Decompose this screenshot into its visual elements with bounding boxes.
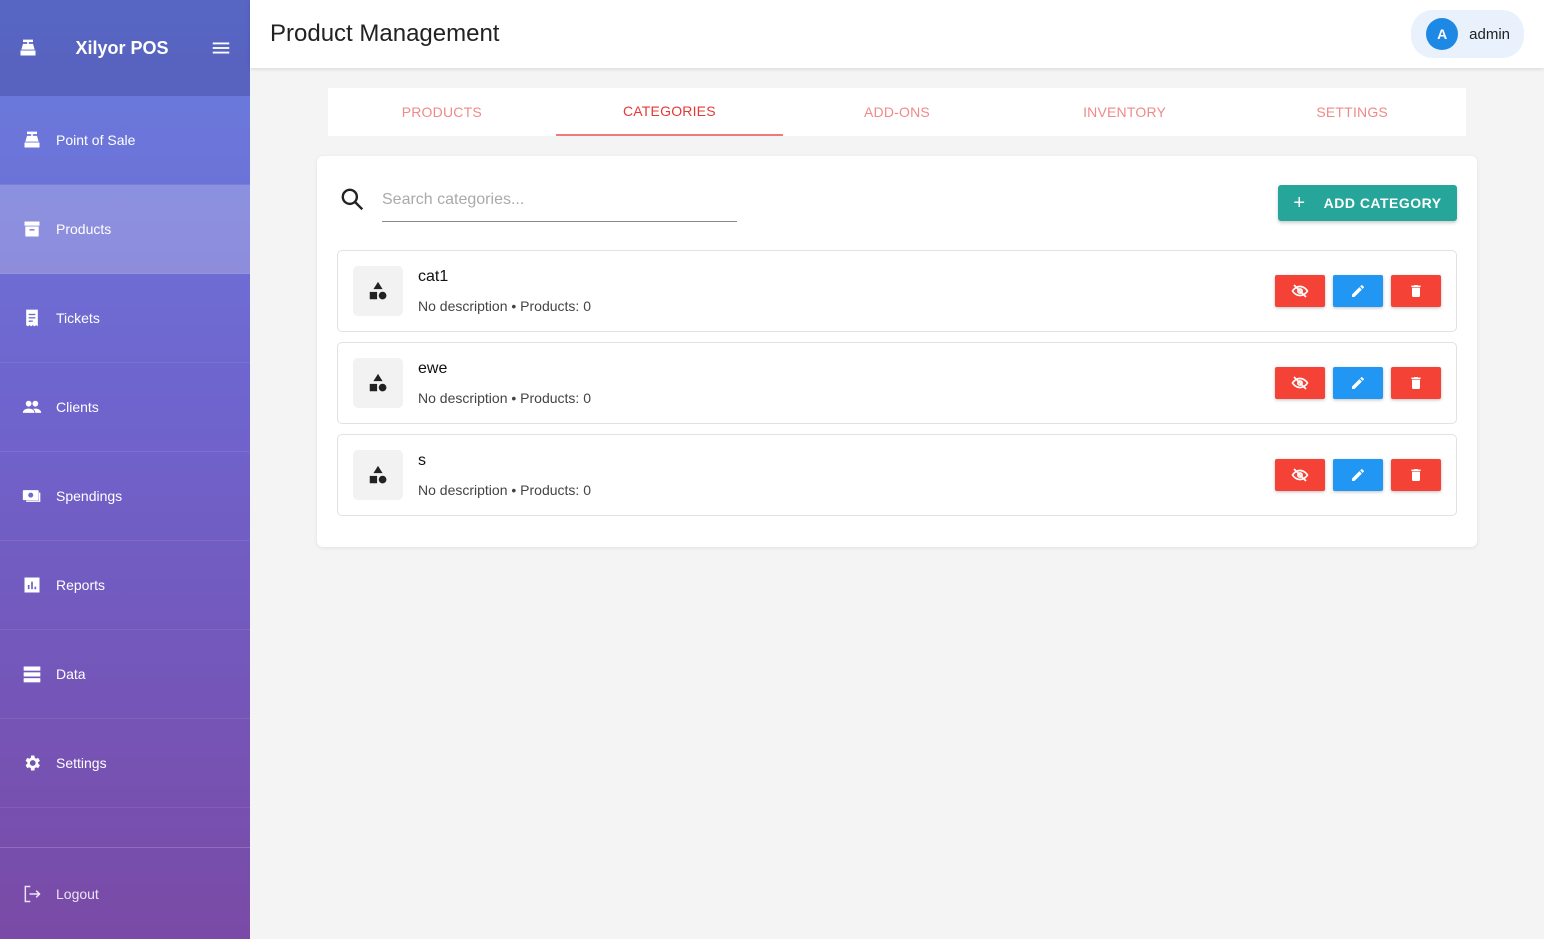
sidebar: Xilyor POS Point of Sale Products Ticket… [0,0,250,939]
app-name: Xilyor POS [75,37,169,58]
user-menu-chip[interactable]: A admin [1411,10,1524,58]
pencil-icon [1352,377,1364,389]
sidebar-item-label: Products [56,221,112,237]
toggle-visibility-button[interactable] [1275,459,1325,491]
row-actions [1267,275,1441,307]
trash-icon [1411,469,1421,481]
tab-inventory[interactable]: INVENTORY [1011,88,1239,136]
category-info: cat1 No description • Products: 0 [418,268,1267,314]
category-name: cat1 [418,268,449,285]
category-meta: No description • Products: 0 [418,390,591,406]
tab-categories[interactable]: CATEGORIES [555,88,784,136]
category-name: s [418,452,426,469]
trash-icon [1411,377,1421,389]
tab-bar: PRODUCTS CATEGORIES ADD-ONS INVENTORY SE… [328,88,1466,136]
hamburger-menu-icon[interactable] [210,37,232,59]
list-item: ewe No description • Products: 0 [337,342,1457,424]
categories-card: + ADD CATEGORY cat1 No description • Pro… [317,156,1477,547]
search-icon [341,188,364,211]
category-thumbnail [353,266,403,316]
sidebar-item-label: Data [56,666,86,682]
add-category-button[interactable]: + ADD CATEGORY [1278,185,1457,221]
edit-button[interactable] [1333,459,1383,491]
logout-icon [24,885,41,902]
receipt-icon [22,308,42,328]
delete-button[interactable] [1391,367,1441,399]
list-item: s No description • Products: 0 [337,434,1457,516]
people-icon [22,397,42,417]
bar-chart-icon [22,575,42,595]
pencil-icon [1352,469,1364,481]
avatar: A [1426,18,1459,50]
row-actions [1267,367,1441,399]
pencil-icon [1352,285,1364,297]
tab-add-ons[interactable]: ADD-ONS [783,88,1011,136]
sidebar-item-point-of-sale[interactable]: Point of Sale [0,96,250,185]
archive-box-icon [22,219,42,239]
trash-icon [1411,285,1421,297]
sidebar-item-reports[interactable]: Reports [0,541,250,630]
shapes-icon [369,281,387,300]
category-info: ewe No description • Products: 0 [418,360,1267,406]
top-header: Product Management A admin [250,0,1544,68]
storage-icon [22,664,42,684]
search-bar [339,184,737,222]
cash-register-icon [20,39,36,56]
eye-off-icon [1291,284,1309,298]
gear-icon [22,753,42,773]
sidebar-item-label: Clients [56,399,99,415]
search-input[interactable] [382,184,737,222]
logout-label: Logout [56,885,99,902]
category-meta: No description • Products: 0 [418,482,591,498]
shapes-icon [369,373,387,392]
money-icon [22,486,42,506]
add-category-label: ADD CATEGORY [1323,195,1442,211]
sidebar-item-spendings[interactable]: Spendings [0,452,250,541]
sidebar-item-label: Settings [56,755,107,771]
tab-settings[interactable]: SETTINGS [1238,88,1466,136]
logout-button[interactable]: Logout [0,847,250,939]
toggle-visibility-button[interactable] [1275,367,1325,399]
brand-bar: Xilyor POS [0,0,250,96]
category-meta: No description • Products: 0 [418,298,591,314]
delete-button[interactable] [1391,275,1441,307]
tab-products[interactable]: PRODUCTS [328,88,556,136]
eye-off-icon [1291,376,1309,390]
category-thumbnail [353,358,403,408]
shapes-icon [369,465,387,484]
page-title: Product Management [270,20,500,47]
sidebar-item-label: Reports [56,577,106,593]
sidebar-item-settings[interactable]: Settings [0,719,250,808]
sidebar-item-label: Tickets [56,310,100,326]
plus-icon: + [1293,192,1306,214]
cash-register-icon [22,130,42,150]
sidebar-item-clients[interactable]: Clients [0,363,250,452]
delete-button[interactable] [1391,459,1441,491]
sidebar-item-data[interactable]: Data [0,630,250,719]
edit-button[interactable] [1333,367,1383,399]
category-info: s No description • Products: 0 [418,452,1267,498]
sidebar-item-products[interactable]: Products [0,185,250,274]
username: admin [1469,25,1510,43]
eye-off-icon [1291,468,1309,482]
row-actions [1267,459,1441,491]
list-item: cat1 No description • Products: 0 [337,250,1457,332]
category-name: ewe [418,360,448,377]
edit-button[interactable] [1333,275,1383,307]
sidebar-item-label: Point of Sale [56,132,136,148]
toggle-visibility-button[interactable] [1275,275,1325,307]
category-thumbnail [353,450,403,500]
sidebar-item-tickets[interactable]: Tickets [0,274,250,363]
sidebar-item-label: Spendings [56,488,123,504]
